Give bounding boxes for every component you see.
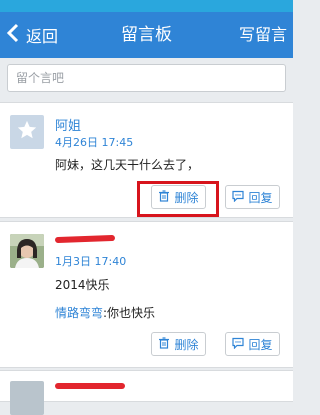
reply-button[interactable]: 回复 xyxy=(225,185,280,209)
message-time: 1月3日 17:40 xyxy=(55,255,127,268)
trash-icon xyxy=(158,336,174,352)
reply-text: :你也快乐 xyxy=(103,306,156,320)
reply-label: 回复 xyxy=(248,190,273,205)
message-input[interactable] xyxy=(7,64,286,92)
status-bar xyxy=(0,0,293,12)
message-text: 2014快乐 xyxy=(55,278,110,292)
highlight-box xyxy=(137,181,219,217)
comment-icon xyxy=(232,190,248,205)
message-time: 4月26日 17:45 xyxy=(55,136,134,149)
message-card xyxy=(0,370,293,415)
message-input-area xyxy=(0,58,293,98)
star-icon xyxy=(16,119,38,145)
comment-icon xyxy=(232,337,248,352)
avatar[interactable] xyxy=(10,381,44,415)
redacted-user-name xyxy=(54,234,116,244)
redacted-user-name xyxy=(55,383,125,389)
avatar[interactable] xyxy=(10,115,44,149)
reply-button[interactable]: 回复 xyxy=(225,332,280,356)
top-bar: 返回 留言板 写留言 xyxy=(0,12,293,58)
reply-label: 回复 xyxy=(248,337,273,352)
user-name[interactable]: 阿姐 xyxy=(55,115,81,134)
delete-label: 删除 xyxy=(174,337,199,352)
message-card: 1月3日 17:40 2014快乐 情路弯弯:你也快乐 删除 回复 xyxy=(0,221,293,368)
avatar[interactable] xyxy=(10,234,44,268)
message-text: 阿妹，这几天干什么去了， xyxy=(55,158,200,172)
reply-line: 情路弯弯:你也快乐 xyxy=(55,304,155,321)
reply-user[interactable]: 情路弯弯 xyxy=(55,306,103,320)
write-message-button[interactable]: 写留言 xyxy=(239,12,287,58)
delete-button[interactable]: 删除 xyxy=(151,332,206,356)
